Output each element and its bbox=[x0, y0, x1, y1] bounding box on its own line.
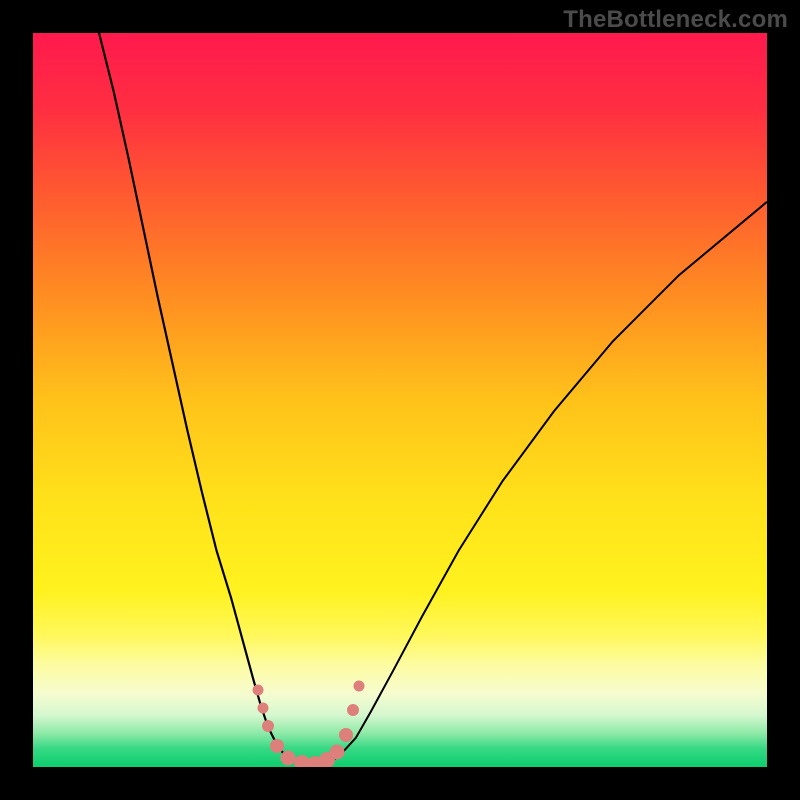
data-point bbox=[262, 720, 274, 732]
watermark-text: TheBottleneck.com bbox=[563, 6, 788, 34]
data-point bbox=[252, 684, 263, 695]
data-point bbox=[329, 744, 344, 759]
plot-area bbox=[33, 33, 767, 767]
data-point bbox=[353, 681, 364, 692]
data-point bbox=[258, 703, 269, 714]
data-point bbox=[347, 704, 359, 716]
data-point bbox=[270, 739, 284, 753]
chart-frame: TheBottleneck.com bbox=[0, 0, 800, 800]
data-point bbox=[339, 728, 353, 742]
data-points-layer bbox=[33, 33, 767, 767]
